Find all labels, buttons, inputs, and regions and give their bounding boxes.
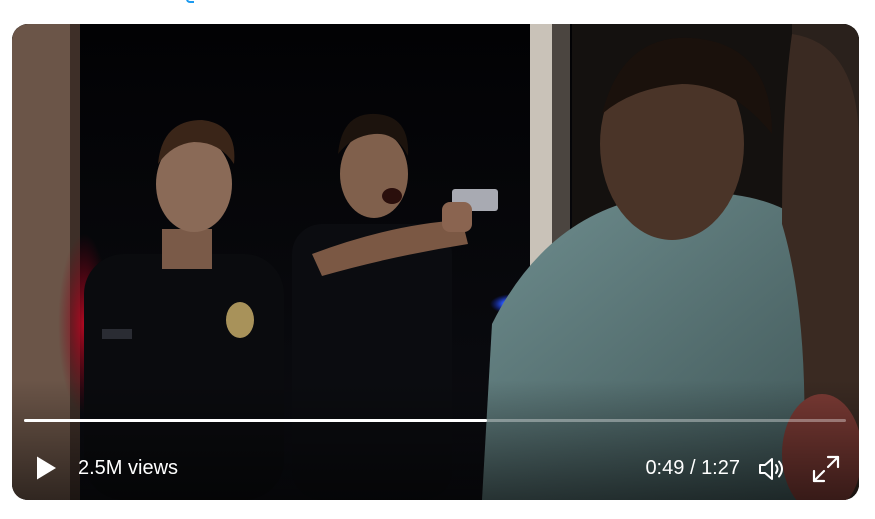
play-icon [37,456,56,480]
progress-bar[interactable] [24,419,846,422]
fullscreen-icon [812,455,840,483]
fullscreen-button[interactable] [810,453,842,485]
video-player[interactable]: 2.5M views 0:49 / 1:27 [12,24,859,500]
player-controls: 2.5M views 0:49 / 1:27 [12,448,859,488]
current-time: 0:49 [645,457,685,479]
duration: 1:27 [701,457,740,479]
time-separator: / [689,457,696,479]
volume-icon [759,458,783,480]
play-button[interactable] [32,454,60,482]
progress-played [24,419,487,422]
volume-button[interactable] [756,453,788,485]
view-count: 2.5M views [78,457,179,479]
link-text-fragment[interactable] [186,0,194,3]
playback-time: 0:49 / 1:27 [645,457,740,479]
